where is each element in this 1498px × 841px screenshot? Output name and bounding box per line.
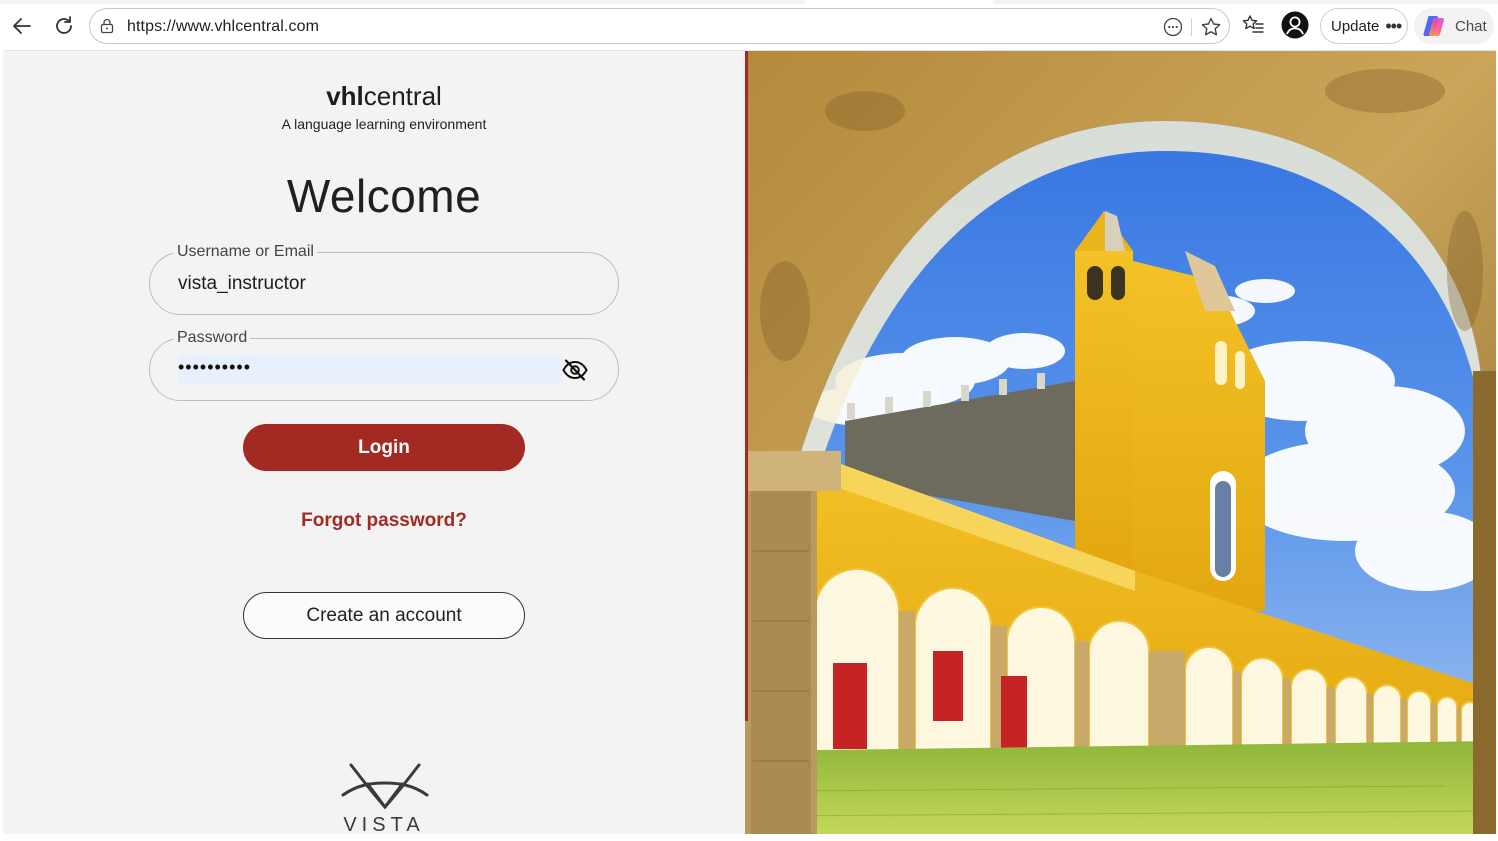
password-field[interactable]: Password •••••••••• [149,329,619,401]
page-content: vhlcentral A language learning environme… [3,50,1496,834]
chat-label: Chat [1455,17,1487,35]
eye-slash-icon[interactable] [561,357,589,383]
copilot-chat-button[interactable]: Chat [1414,8,1494,44]
brand-name-light: central [363,81,442,111]
password-value[interactable]: •••••••••• [178,357,251,378]
copilot-icon [1423,16,1445,36]
password-label: Password [174,329,251,347]
hero-image [745,51,1496,834]
page-title: Welcome [286,170,482,222]
more-dots-icon[interactable]: ••• [1385,17,1402,35]
browser-toolbar: https://www.vhlcentral.com Update ••• Ch… [0,0,1498,50]
brand-name-bold: vhl [326,81,364,111]
active-tab[interactable] [805,0,993,4]
address-bar[interactable]: https://www.vhlcentral.com [89,8,1230,44]
vhlcentral-logo: vhlcentral [3,81,765,112]
url-text[interactable]: https://www.vhlcentral.com [127,18,319,36]
reload-button[interactable] [48,10,80,42]
brand-tagline: A language learning environment [281,116,487,132]
login-panel: vhlcentral A language learning environme… [3,51,745,834]
forgot-password-link[interactable]: Forgot password? [3,510,765,532]
favorite-star-icon[interactable] [1199,15,1223,39]
username-field[interactable]: Username or Email vista_instructor [149,243,619,315]
reload-icon [56,16,72,34]
back-arrow-icon [13,18,31,34]
tab-strip [0,0,1498,4]
back-button[interactable] [6,10,38,42]
collections-icon[interactable] [1240,12,1266,38]
create-account-button[interactable]: Create an account [243,592,525,639]
update-label: Update [1331,17,1380,35]
address-divider [1191,18,1192,36]
login-button[interactable]: Login [243,424,525,471]
username-value[interactable]: vista_instructor [178,273,306,295]
username-label: Username or Email [174,243,317,261]
profile-icon[interactable] [1281,11,1309,39]
vista-logo-text: VISTA [343,814,425,834]
reader-view-icon[interactable] [1162,16,1184,38]
lock-icon[interactable] [98,17,116,35]
update-button[interactable]: Update ••• [1320,8,1408,44]
